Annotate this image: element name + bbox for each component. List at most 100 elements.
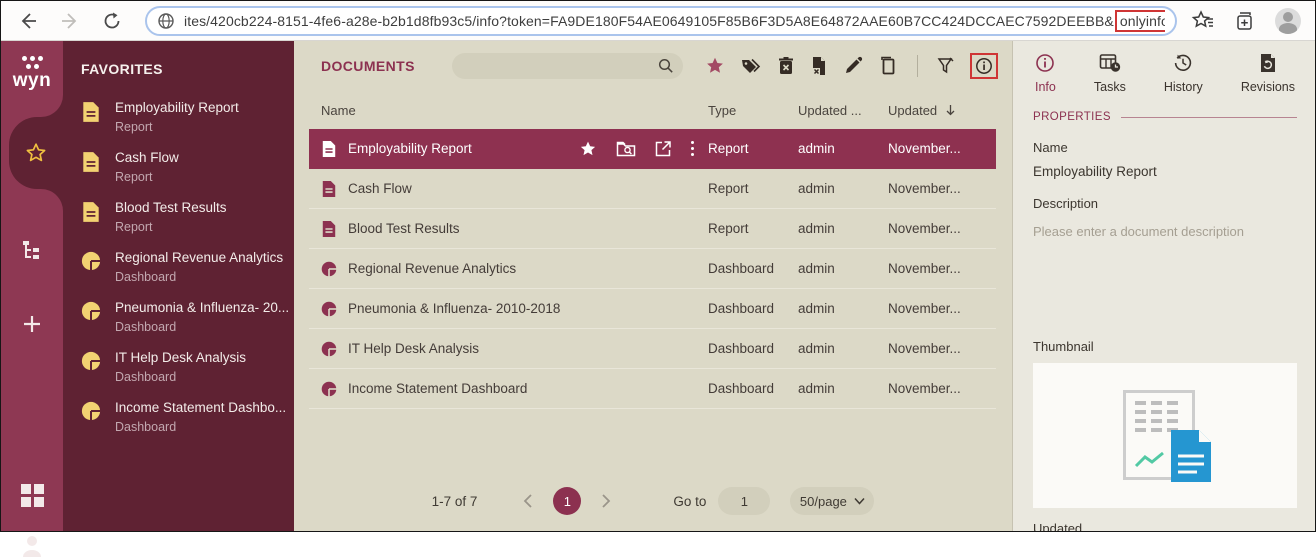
thumbnail-preview[interactable]: [1033, 363, 1297, 508]
rename-button[interactable]: [843, 56, 863, 76]
search-input[interactable]: [452, 53, 683, 79]
table-row[interactable]: IT Help Desk Analysis Dashboard admin No…: [309, 329, 996, 369]
favorite-item-type: Dashboard: [115, 270, 177, 284]
profile-avatar[interactable]: [1275, 7, 1301, 34]
document-updated: November...: [888, 301, 961, 316]
pencil-icon: [846, 56, 863, 73]
table-row[interactable]: Income Statement Dashboard Dashboard adm…: [309, 369, 996, 409]
document-x-icon: [813, 57, 825, 75]
favorite-list-item[interactable]: Employability Report Report: [81, 99, 294, 134]
document-updated: November...: [888, 141, 961, 156]
column-header-updated-by[interactable]: Updated ...: [798, 103, 888, 118]
more-actions-button[interactable]: [691, 141, 694, 156]
tab-tasks[interactable]: Tasks: [1094, 53, 1126, 94]
person-icon: [23, 536, 41, 557]
tags-icon: [742, 58, 761, 73]
sidebar-item-categories[interactable]: [1, 239, 63, 263]
revisions-tab-icon: [1260, 54, 1275, 72]
previous-page-button[interactable]: [519, 490, 537, 512]
favorite-item-type: Dashboard: [115, 320, 177, 334]
favorite-item-type: Dashboard: [115, 370, 177, 384]
nav-rail: wyn: [1, 41, 63, 557]
pagination-range: 1-7 of 7: [431, 493, 478, 509]
table-header: Name Type Updated ... Updated: [309, 91, 996, 129]
favorite-list-item[interactable]: Blood Test Results Report: [81, 199, 294, 234]
plus-icon: [24, 316, 40, 332]
remove-document-button[interactable]: [810, 56, 828, 76]
column-header-name[interactable]: Name: [309, 103, 708, 118]
document-type: Report: [708, 181, 749, 196]
browser-back-button[interactable]: [15, 8, 41, 34]
forward-icon: [62, 12, 77, 29]
page-number-button[interactable]: 1: [553, 487, 582, 515]
browser-toolbar: ites/420cb224-8151-4fe6-a28e-b2b1d8fb93c…: [1, 1, 1315, 41]
report-icon: [322, 180, 336, 197]
dashboard-icon: [81, 301, 101, 321]
search-box[interactable]: [452, 53, 683, 79]
filter-funnel-icon: [937, 57, 954, 74]
document-type: Report: [708, 141, 749, 156]
sidebar-item-portal[interactable]: [1, 484, 63, 507]
report-icon: [83, 202, 99, 222]
favorites-title: FAVORITES: [81, 61, 163, 77]
locate-in-folder-button[interactable]: [616, 140, 636, 158]
tab-revisions[interactable]: Revisions: [1241, 53, 1295, 94]
properties-tabs: Info Tasks History Revisions: [1033, 53, 1297, 94]
favorite-item-name: Regional Revenue Analytics: [115, 250, 284, 265]
favorite-list-item[interactable]: Income Statement Dashbo... Dashboard: [81, 399, 294, 434]
url-highlight-annotation: onlyinfo=true: [1114, 9, 1165, 32]
documents-title: DOCUMENTS: [321, 58, 415, 74]
favorite-list-item[interactable]: Regional Revenue Analytics Dashboard: [81, 249, 294, 284]
open-document-button[interactable]: [655, 140, 672, 157]
browser-forward-button[interactable]: [57, 8, 83, 34]
copy-button[interactable]: [878, 56, 898, 76]
info-icon: [976, 58, 992, 74]
document-name: IT Help Desk Analysis: [348, 341, 480, 356]
dashboard-icon: [81, 251, 101, 271]
column-header-type[interactable]: Type: [708, 103, 798, 118]
delete-button[interactable]: [777, 56, 795, 76]
favorite-toggle-button[interactable]: [705, 56, 725, 76]
column-header-updated[interactable]: Updated: [888, 103, 996, 118]
wyn-logo[interactable]: wyn: [1, 41, 63, 103]
document-name: Pneumonia & Influenza- 2010-2018: [348, 301, 561, 316]
sidebar-item-favorites[interactable]: [9, 95, 63, 211]
filter-button[interactable]: [937, 56, 955, 76]
unfavorite-button[interactable]: [579, 140, 597, 158]
table-row[interactable]: Employability Report Report admin Novemb…: [309, 129, 996, 169]
favorites-panel: FAVORITES Employability Report Report Ca…: [63, 41, 294, 531]
next-page-button[interactable]: [597, 490, 615, 512]
favorite-list-item[interactable]: Cash Flow Report: [81, 149, 294, 184]
favorite-list-item[interactable]: Pneumonia & Influenza- 20... Dashboard: [81, 299, 294, 334]
goto-page-input[interactable]: [718, 487, 771, 515]
browser-refresh-button[interactable]: [99, 8, 125, 34]
favorites-hub-button[interactable]: [1191, 9, 1215, 32]
document-info-button[interactable]: [975, 57, 993, 75]
table-row[interactable]: Pneumonia & Influenza- 2010-2018 Dashboa…: [309, 289, 996, 329]
report-icon: [83, 102, 99, 122]
table-row[interactable]: Cash Flow Report admin November...: [309, 169, 996, 209]
tab-info[interactable]: Info: [1035, 53, 1056, 94]
tab-history[interactable]: History: [1164, 53, 1203, 94]
collections-button[interactable]: [1233, 9, 1257, 33]
table-row[interactable]: Regional Revenue Analytics Dashboard adm…: [309, 249, 996, 289]
document-updated-by: admin: [798, 341, 835, 356]
document-updated-by: admin: [798, 301, 835, 316]
updated-label: Updated: [1033, 521, 1083, 531]
description-input[interactable]: Please enter a document description: [1033, 224, 1297, 239]
folder-search-icon: [616, 141, 636, 156]
sidebar-item-create[interactable]: [1, 313, 63, 335]
assign-tags-button[interactable]: [740, 56, 762, 76]
history-tab-icon: [1175, 54, 1192, 71]
address-bar[interactable]: ites/420cb224-8151-4fe6-a28e-b2b1d8fb93c…: [145, 5, 1177, 36]
document-updated-by: admin: [798, 261, 835, 276]
page-size-select[interactable]: 50/page: [790, 487, 875, 515]
chevron-down-icon: [854, 497, 865, 505]
favorites-list: Employability Report Report Cash Flow Re…: [81, 99, 294, 434]
table-row[interactable]: Blood Test Results Report admin November…: [309, 209, 996, 249]
sidebar-item-account[interactable]: [1, 533, 63, 559]
favorite-list-item[interactable]: IT Help Desk Analysis Dashboard: [81, 349, 294, 384]
name-value[interactable]: Employability Report: [1033, 164, 1297, 179]
chevron-right-icon: [602, 494, 611, 508]
trash-delete-icon: [779, 57, 793, 74]
